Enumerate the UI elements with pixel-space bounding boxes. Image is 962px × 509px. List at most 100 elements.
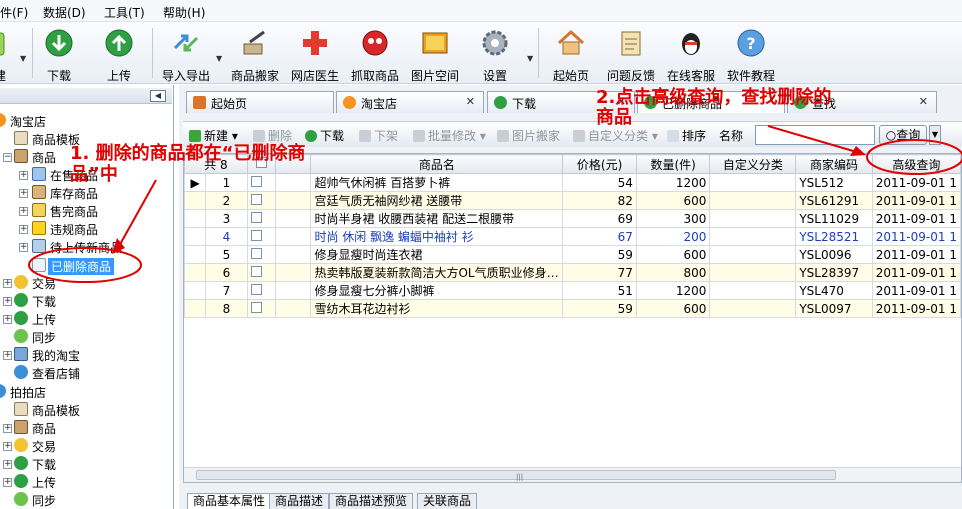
- close-icon[interactable]: ✕: [919, 95, 928, 108]
- close-icon[interactable]: ✕: [466, 95, 475, 108]
- tutorial-button[interactable]: ? 软件教程: [721, 24, 781, 83]
- checkbox[interactable]: [250, 229, 262, 241]
- tab-basic-attributes[interactable]: 商品基本属性: [187, 493, 272, 509]
- row-checkbox[interactable]: [246, 227, 277, 246]
- checkbox[interactable]: [250, 193, 262, 205]
- checkbox[interactable]: [250, 247, 262, 259]
- table-row[interactable]: 8 雪纺木耳花边衬衫 59 600 YSL0097 2011-09-01 1: [184, 299, 961, 318]
- menu-data[interactable]: 数据(D): [43, 4, 86, 21]
- tab-description[interactable]: 商品描述: [269, 493, 330, 509]
- product-move-button[interactable]: 商品搬家: [225, 24, 285, 83]
- expand-products-icon[interactable]: −: [3, 153, 12, 162]
- row-checkbox[interactable]: [246, 191, 277, 210]
- product-name: 宫廷气质无袖网纱裙 送腰带: [310, 191, 564, 210]
- product-price: 59: [562, 245, 637, 264]
- row-checkbox[interactable]: [246, 281, 277, 300]
- expand-in-stock-icon[interactable]: +: [19, 189, 28, 198]
- product-quantity: 1200: [635, 281, 711, 300]
- expand-pp-download-icon[interactable]: +: [3, 460, 12, 469]
- download-action-button[interactable]: 下载: [305, 127, 344, 144]
- product-quantity: 200: [635, 227, 711, 246]
- merchant-code-column-header[interactable]: 商家编码: [795, 154, 873, 174]
- menu-file[interactable]: 件(F): [0, 4, 28, 21]
- checkbox[interactable]: [250, 283, 262, 295]
- sync-icon: [14, 329, 28, 343]
- expand-pp-upload-icon[interactable]: +: [3, 478, 12, 487]
- product-name: 时尚 休闲 飘逸 蝙蝠中袖衬 衫: [310, 227, 564, 246]
- checkbox[interactable]: [250, 211, 262, 223]
- home-button[interactable]: 起始页: [541, 24, 601, 83]
- image-space-button[interactable]: 图片空间: [405, 24, 465, 83]
- quantity-column-header[interactable]: 数量(件): [635, 154, 711, 174]
- upload-button[interactable]: 上传: [89, 24, 149, 83]
- advanced-search-header[interactable]: 高级查询: [871, 154, 961, 174]
- settings-button[interactable]: 设置: [465, 24, 525, 83]
- feedback-button[interactable]: 问题反馈: [601, 24, 661, 83]
- new-dropdown-icon[interactable]: ▼: [20, 54, 26, 63]
- table-row[interactable]: 2 宫廷气质无袖网纱裙 送腰带 82 600 YSL61291 2011-09-01 1: [184, 191, 961, 210]
- row-checkbox[interactable]: [246, 209, 277, 228]
- row-index: 7: [205, 281, 248, 300]
- tab-related-products[interactable]: 关联商品: [417, 493, 478, 509]
- name-search-input[interactable]: [755, 125, 875, 145]
- tab-home[interactable]: 起始页: [186, 91, 334, 113]
- menu-tools[interactable]: 工具(T): [104, 4, 145, 21]
- product-merchant-code: YSL470: [795, 281, 873, 300]
- import-export-dropdown-icon[interactable]: ▼: [216, 54, 222, 63]
- expand-download-icon[interactable]: +: [3, 297, 12, 306]
- row-checkbox[interactable]: [246, 245, 277, 264]
- checkbox[interactable]: [250, 301, 262, 313]
- download-button[interactable]: 下载: [29, 24, 89, 83]
- shop-doctor-button[interactable]: 网店医生: [285, 24, 345, 83]
- help-icon: ?: [737, 29, 765, 57]
- search-options-dropdown[interactable]: ▼: [929, 125, 941, 145]
- expand-pending-icon[interactable]: +: [19, 243, 28, 252]
- import-export-button[interactable]: 导入导出: [156, 24, 216, 83]
- expand-on-sale-icon[interactable]: +: [19, 171, 28, 180]
- main-toolbar: + 建 ▼ 下载 上传 导入导出 ▼ 商品搬家 网店医生 抓取商品 图片空间 设…: [0, 22, 962, 84]
- checkbox[interactable]: [250, 175, 262, 187]
- sort-button[interactable]: 排序: [667, 127, 706, 144]
- grab-product-button[interactable]: 抓取商品: [345, 24, 405, 83]
- table-row[interactable]: 4 时尚 休闲 飘逸 蝙蝠中袖衬 衫 67 200 YSL28521 2011-09-01…: [184, 227, 961, 246]
- checkbox[interactable]: [250, 265, 262, 277]
- tab-taobao-shop[interactable]: 淘宝店 ✕: [336, 91, 484, 113]
- custom-category-column-header[interactable]: 自定义分类: [709, 154, 797, 174]
- batch-edit-button[interactable]: 批量修改 ▾: [413, 127, 486, 144]
- table-row[interactable]: 7 修身显瘦七分裤小脚裤 51 1200 YSL470 2011-09-01 1: [184, 281, 961, 300]
- delete-button[interactable]: 删除: [253, 127, 292, 144]
- row-checkbox[interactable]: [246, 173, 277, 192]
- new-button[interactable]: + 建: [0, 24, 24, 83]
- new-icon: +: [0, 32, 5, 56]
- offshelf-button[interactable]: 下架: [359, 127, 398, 144]
- table-row[interactable]: 5 修身显瘦时尚连衣裙 59 600 YSL0096 2011-09-01 1: [184, 245, 961, 264]
- row-checkbox[interactable]: [246, 299, 277, 318]
- settings-dropdown-icon[interactable]: ▼: [527, 54, 533, 63]
- collapse-sidebar-button[interactable]: ◀: [150, 90, 166, 102]
- expand-pp-trade-icon[interactable]: +: [3, 442, 12, 451]
- new-product-button[interactable]: 新建 ▾: [189, 127, 238, 144]
- expand-pp-products-icon[interactable]: +: [3, 424, 12, 433]
- custom-category-button[interactable]: 自定义分类 ▾: [573, 127, 658, 144]
- price-column-header[interactable]: 价格(元): [562, 154, 637, 174]
- expand-sold-out-icon[interactable]: +: [19, 207, 28, 216]
- penguin-icon: [682, 33, 700, 55]
- search-button[interactable]: ○查询: [879, 125, 927, 145]
- table-row[interactable]: 3 时尚半身裙 收腰西装裙 配送二根腰带 69 300 YSL11029 2011-09-…: [184, 209, 961, 228]
- table-row[interactable]: 6 热卖韩版夏装新款简洁大方OL气质职业修身… 77 800 YSL28397 2011-…: [184, 263, 961, 282]
- name-column-header[interactable]: 商品名: [310, 154, 564, 174]
- expand-trade-icon[interactable]: +: [3, 279, 12, 288]
- product-custom-category: [709, 209, 797, 228]
- row-checkbox[interactable]: [246, 263, 277, 282]
- table-row[interactable]: ▶ 1 超帅气休闲裤 百搭萝卜裤 54 1200 YSL512 2011-09-01 1: [184, 173, 961, 192]
- tab-description-preview[interactable]: 商品描述预览: [329, 493, 414, 509]
- scrollbar-thumb[interactable]: |||: [196, 470, 836, 481]
- horizontal-scrollbar[interactable]: |||: [184, 467, 961, 482]
- expand-upload-icon[interactable]: +: [3, 315, 12, 324]
- products-icon: [14, 420, 28, 434]
- expand-my-taobao-icon[interactable]: +: [3, 351, 12, 360]
- online-service-button[interactable]: 在线客服: [661, 24, 721, 83]
- menu-help[interactable]: 帮助(H): [163, 4, 205, 21]
- expand-violation-icon[interactable]: +: [19, 225, 28, 234]
- image-move-button[interactable]: 图片搬家: [497, 127, 560, 144]
